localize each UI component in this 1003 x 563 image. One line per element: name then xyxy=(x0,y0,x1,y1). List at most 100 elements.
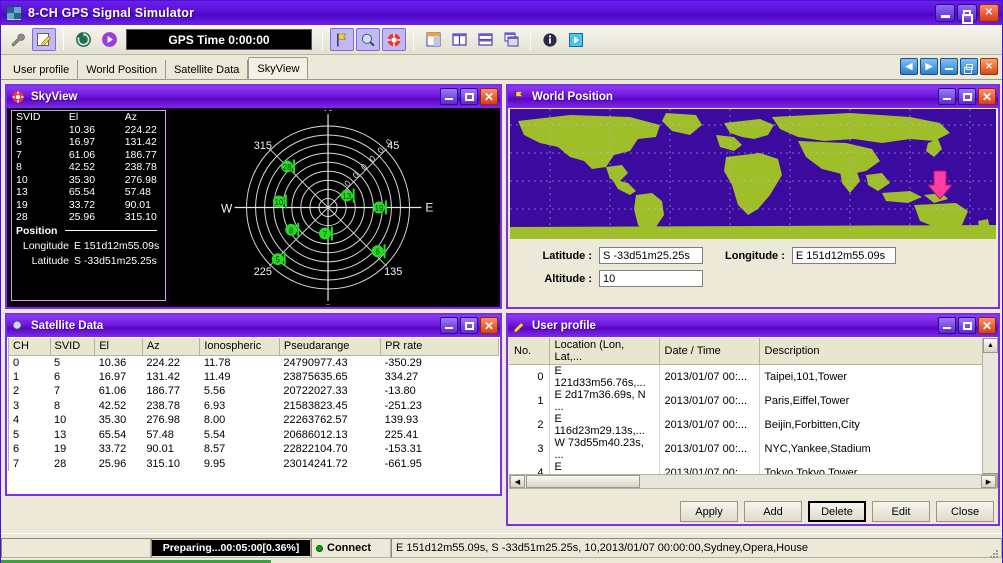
flag-icon[interactable] xyxy=(330,28,354,51)
table-row[interactable]: 1E 2d17m36.69s, N ... 2013/01/07 00:... Pa… xyxy=(509,389,997,413)
table-row[interactable]: 3W 73d55m40.23s, ... 2013/01/07 00:... NYC… xyxy=(509,437,997,461)
satellite-data-title-bar[interactable]: Satellite Data ✕ xyxy=(7,315,500,337)
world-position-close-button[interactable]: ✕ xyxy=(978,88,996,105)
table-row[interactable]: 4 10 35.30 276.98 8.00 22263762.57 139.93 xyxy=(8,413,499,428)
altitude-row: Altitude : 10 xyxy=(530,270,998,287)
scroll-up-icon[interactable]: ▲ xyxy=(983,338,998,353)
skyview-title-bar[interactable]: SkyView ✕ xyxy=(7,86,500,108)
col-description[interactable]: Description xyxy=(759,338,997,365)
resize-grip[interactable] xyxy=(986,546,1000,560)
cell-az: 224.22 xyxy=(146,356,180,369)
apply-button[interactable]: Apply xyxy=(680,501,738,522)
edit-profile-icon[interactable] xyxy=(32,28,56,51)
skyview-minimize-button[interactable] xyxy=(440,88,458,105)
scroll-thumb[interactable] xyxy=(526,475,640,488)
col-ionospheric[interactable]: Ionospheric xyxy=(199,338,280,356)
cell-pseudarange: 21583823.45 xyxy=(283,399,348,412)
cell-el: 35.30 xyxy=(68,173,96,186)
cell-el: 33.72 xyxy=(68,198,96,211)
minimize-button[interactable] xyxy=(935,4,955,22)
tile-grid-icon[interactable] xyxy=(421,28,445,51)
table-row[interactable]: 7 28 25.96 315.10 9.95 23014241.72 -661.95 xyxy=(8,456,499,471)
refresh-icon[interactable] xyxy=(71,28,95,51)
search-globe-icon[interactable] xyxy=(356,28,380,51)
altitude-input[interactable]: 10 xyxy=(599,270,703,287)
col-pr-rate[interactable]: PR rate xyxy=(380,338,499,356)
cell-ch: 4 xyxy=(8,413,50,428)
cell-svid: 10 xyxy=(54,414,67,427)
table-row[interactable]: 2 7 61.06 186.77 5.56 20722027.33 -13.80 xyxy=(8,384,499,399)
table-row[interactable]: 5 13 65.54 57.48 5.54 20686012.13 225.41 xyxy=(8,427,499,442)
table-row[interactable]: 0E 121d33m56.76s,... 2013/01/07 00:... Tai… xyxy=(509,364,997,389)
tab-satellite-data[interactable]: Satellite Data xyxy=(166,60,249,79)
skyview-close-button[interactable]: ✕ xyxy=(480,88,498,105)
world-position-title-bar[interactable]: World Position ✕ xyxy=(508,86,998,108)
col-svid[interactable]: SVID xyxy=(50,338,96,356)
progress-text: Preparing...00:05:00[0.36%] xyxy=(152,540,310,556)
col-el[interactable]: El xyxy=(94,338,143,356)
latitude-label: Latitude : xyxy=(542,249,593,262)
scroll-right-icon[interactable]: ▶ xyxy=(981,475,996,488)
add-button[interactable]: Add xyxy=(744,501,802,522)
horizontal-scrollbar[interactable]: ◀ ▶ xyxy=(509,474,997,489)
latitude-input[interactable]: S -33d51m25.25s xyxy=(599,247,703,264)
satellite-data-minimize-button[interactable] xyxy=(440,317,458,334)
info-icon[interactable] xyxy=(538,28,562,51)
connection-status: Connect xyxy=(311,538,391,558)
mdi-close-icon[interactable]: ✕ xyxy=(980,58,998,75)
wrench-icon[interactable] xyxy=(6,28,30,51)
cell-datetime: 2013/01/07 00:... xyxy=(659,437,760,461)
cell-el: 65.54 xyxy=(98,428,127,441)
table-row[interactable]: 0 5 10.36 224.22 11.78 24790977.43 -350.29 xyxy=(8,355,499,370)
user-profile-maximize-button[interactable] xyxy=(958,317,976,334)
user-profile-minimize-button[interactable] xyxy=(938,317,956,334)
tile-vertical-icon[interactable] xyxy=(447,28,471,51)
skyview-maximize-button[interactable] xyxy=(460,88,478,105)
table-row[interactable]: 2E 116d23m29.13s,... 2013/01/07 00:... Bei… xyxy=(509,413,997,437)
user-profile-close-button[interactable]: ✕ xyxy=(978,317,996,334)
longitude-input[interactable]: E 151d12m55.09s xyxy=(791,247,896,264)
edit-button[interactable]: Edit xyxy=(872,501,930,522)
vertical-scrollbar[interactable]: ▲ ▼ xyxy=(982,338,998,488)
play-icon[interactable] xyxy=(97,28,121,51)
table-row[interactable]: 1 6 16.97 131.42 11.49 23875635.65 334.27 xyxy=(8,369,499,384)
export-icon[interactable] xyxy=(564,28,588,51)
skyview-polar-plot[interactable]: NESW31545225135000000567810131928 xyxy=(169,100,497,316)
col-az[interactable]: Az xyxy=(142,338,201,356)
satellite-data-close-button[interactable]: ✕ xyxy=(480,317,498,334)
tab-world-position[interactable]: World Position xyxy=(78,60,166,79)
world-position-maximize-button[interactable] xyxy=(958,88,976,105)
mdi-restore-icon[interactable] xyxy=(960,58,978,75)
tab-user-profile[interactable]: User profile xyxy=(5,60,79,79)
table-row[interactable]: 6 19 33.72 90.01 8.57 22822104.70 -153.31 xyxy=(8,442,499,457)
user-profile-title-bar[interactable]: User profile ✕ xyxy=(508,315,998,337)
lifebuoy-icon[interactable] xyxy=(382,28,406,51)
cell-svid: 6 xyxy=(54,370,61,383)
cell-el: 25.96 xyxy=(68,211,96,224)
longitude-label: Longitude : xyxy=(725,249,785,262)
col-datetime[interactable]: Date / Time xyxy=(659,338,760,365)
col-pseudarange[interactable]: Pseudarange xyxy=(279,338,382,356)
close-button[interactable]: ✕ xyxy=(979,4,999,22)
col-ch[interactable]: CH xyxy=(8,338,51,356)
cascade-icon[interactable] xyxy=(499,28,523,51)
satellite-data-maximize-button[interactable] xyxy=(460,317,478,334)
delete-button[interactable]: Delete xyxy=(808,501,866,522)
mdi-minimize-icon[interactable] xyxy=(940,58,958,75)
tab-next-icon[interactable]: ▶ xyxy=(920,58,938,75)
world-position-title: World Position xyxy=(532,91,613,103)
tile-horizontal-icon[interactable] xyxy=(473,28,497,51)
tab-skyview[interactable]: SkyView xyxy=(248,57,309,79)
skyview-col-svid: SVID xyxy=(16,111,41,124)
svg-text:13: 13 xyxy=(342,192,351,201)
world-map[interactable] xyxy=(510,109,996,239)
close-button-profile[interactable]: Close xyxy=(936,501,994,522)
col-location[interactable]: Location (Lon, Lat,... xyxy=(549,338,660,365)
restore-button[interactable] xyxy=(957,4,977,24)
cell-iono: 5.54 xyxy=(203,428,226,441)
world-position-minimize-button[interactable] xyxy=(938,88,956,105)
table-row[interactable]: 3 8 42.52 238.78 6.93 21583823.45 -251.23 xyxy=(8,398,499,413)
scroll-left-icon[interactable]: ◀ xyxy=(510,475,525,488)
col-no[interactable]: No. xyxy=(509,338,550,365)
tab-prev-icon[interactable]: ◀ xyxy=(900,58,918,75)
